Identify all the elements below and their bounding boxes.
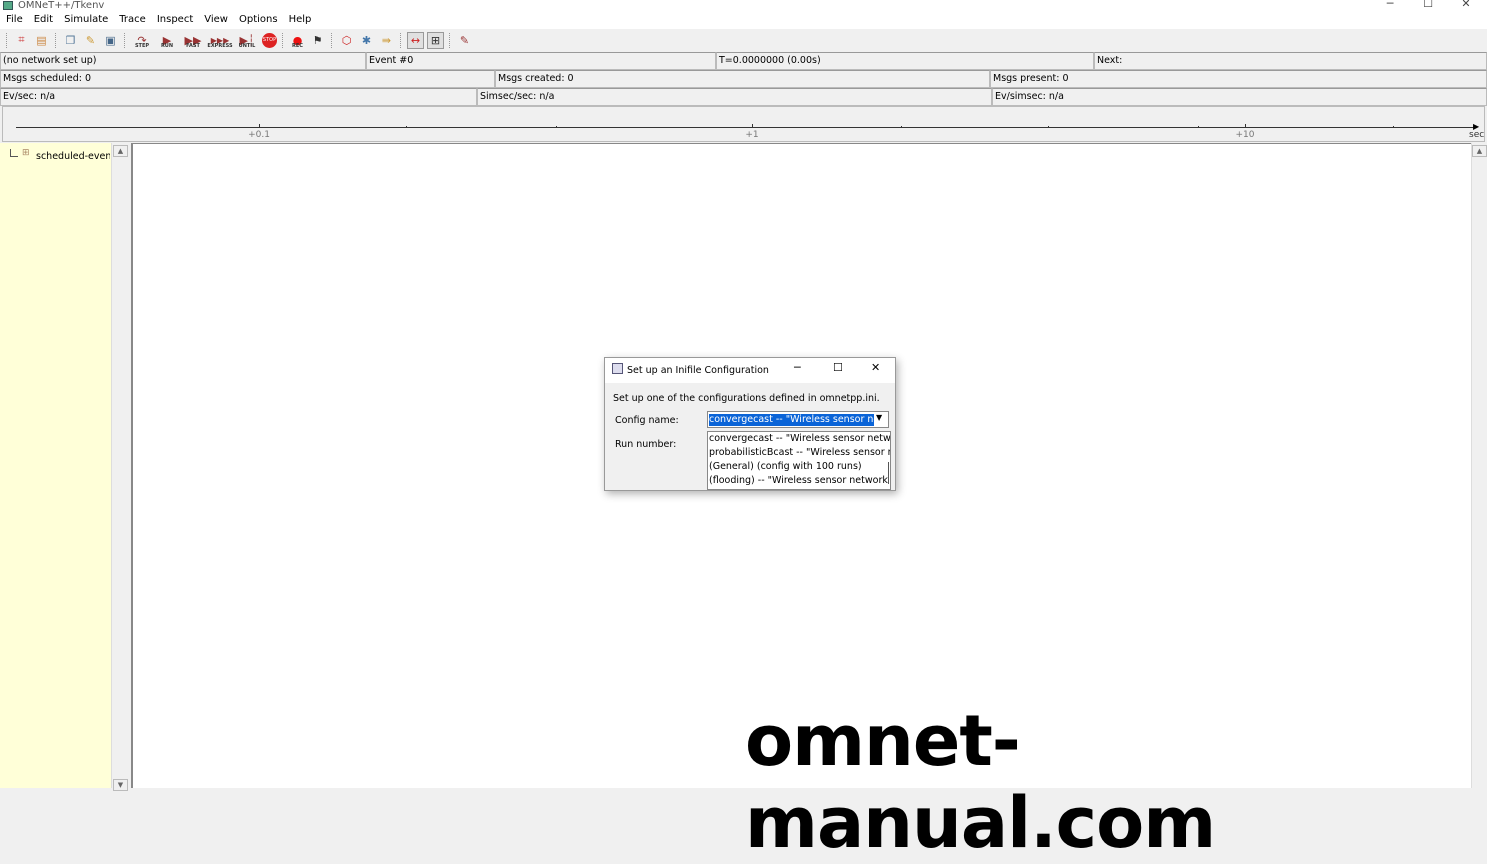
menu-file[interactable]: File bbox=[6, 12, 28, 29]
scroll-up-icon[interactable]: ▲ bbox=[1472, 145, 1487, 157]
dialog-minimize-button[interactable]: ─ bbox=[794, 361, 801, 374]
module-tree-icon[interactable]: ✱ bbox=[358, 32, 375, 49]
status-row-1: (no network set up) Event #0 T=0.0000000… bbox=[0, 52, 1487, 70]
maximize-button[interactable]: ☐ bbox=[1418, 0, 1438, 10]
menu-bar: File Edit Simulate Trace Inspect View Op… bbox=[0, 12, 1487, 29]
dialog-title-bar: Set up an Inifile Configuration ─ ☐ ✕ bbox=[605, 358, 895, 383]
watermark: omnet-manual.com bbox=[745, 700, 1216, 864]
menu-inspect[interactable]: Inspect bbox=[157, 12, 198, 29]
window-title: OMNeT++/Tkenv bbox=[18, 0, 105, 11]
msgs-present: Msgs present: 0 bbox=[990, 70, 1487, 88]
menu-trace[interactable]: Trace bbox=[119, 12, 151, 29]
new-network-icon[interactable]: ⌗ bbox=[13, 32, 30, 49]
timeline-toggle-icon[interactable]: ↔ bbox=[407, 31, 424, 49]
dialog-title: Set up an Inifile Configuration bbox=[627, 365, 769, 376]
toolbar: ⌗ ▤ ❐ ✎ ▣ ↷ STEP ▶ RUN ▶▶ FAST ▶▶▶ EXPRESS ▶… bbox=[0, 30, 1487, 50]
menu-view[interactable]: View bbox=[204, 12, 233, 29]
load-ned-icon[interactable]: ▤ bbox=[33, 32, 50, 49]
objects-icon[interactable]: ⇛ bbox=[378, 32, 395, 49]
timeline-label: +0.1 bbox=[248, 130, 270, 140]
chevron-down-icon[interactable]: ▼ bbox=[876, 413, 882, 422]
animation-icon[interactable]: ⚑ bbox=[309, 32, 326, 49]
timeline-axis bbox=[16, 127, 1476, 128]
tree-item-scheduled-events[interactable]: scheduled-events bbox=[36, 151, 110, 162]
ev-per-sec: Ev/sec: n/a bbox=[0, 88, 477, 106]
save-icon[interactable]: ▣ bbox=[102, 32, 119, 49]
next-event: Next: bbox=[1094, 52, 1487, 70]
record-button[interactable]: ● REC bbox=[289, 32, 306, 49]
dialog-description: Set up one of the configurations defined… bbox=[613, 393, 880, 404]
menu-simulate[interactable]: Simulate bbox=[64, 12, 113, 29]
msgs-created: Msgs created: 0 bbox=[495, 70, 990, 88]
run-button[interactable]: ▶ RUN bbox=[156, 32, 178, 49]
menu-help[interactable]: Help bbox=[289, 12, 317, 29]
scroll-up-icon[interactable]: ▲ bbox=[113, 145, 128, 157]
network-icon[interactable]: ⬡ bbox=[338, 32, 355, 49]
config-dropdown-list[interactable]: convergecast -- "Wireless sensor network… bbox=[707, 431, 891, 490]
until-button[interactable]: ▶┆ UNTIL bbox=[235, 32, 259, 49]
inifile-config-dialog: Set up an Inifile Configuration ─ ☐ ✕ Se… bbox=[604, 357, 896, 491]
msgs-scheduled: Msgs scheduled: 0 bbox=[0, 70, 495, 88]
ev-per-simsec: Ev/simsec: n/a bbox=[992, 88, 1487, 106]
list-item[interactable]: (flooding) -- "Wireless sensor network v bbox=[709, 474, 890, 488]
timeline-label: +1 bbox=[745, 130, 759, 140]
status-row-3: Ev/sec: n/a Simsec/sec: n/a Ev/simsec: n… bbox=[0, 88, 1487, 106]
scroll-down-icon[interactable]: ▼ bbox=[113, 779, 128, 791]
step-button[interactable]: ↷ STEP bbox=[131, 32, 153, 49]
simsec-per-sec: Simsec/sec: n/a bbox=[477, 88, 992, 106]
object-tree-panel: ⊞ scheduled-events bbox=[0, 143, 111, 788]
dialog-icon bbox=[612, 363, 623, 374]
fast-button[interactable]: ▶▶ FAST bbox=[181, 32, 205, 49]
options-icon[interactable]: ✎ bbox=[456, 32, 473, 49]
express-button[interactable]: ▶▶▶ EXPRESS bbox=[207, 32, 232, 49]
event-number: Event #0 bbox=[366, 52, 716, 70]
minimize-button[interactable]: ─ bbox=[1380, 0, 1400, 10]
title-bar: OMNeT++/Tkenv ─ ☐ ✕ bbox=[0, 0, 1487, 12]
list-scrollbar[interactable] bbox=[888, 462, 889, 484]
status-row-2: Msgs scheduled: 0 Msgs created: 0 Msgs p… bbox=[0, 70, 1487, 88]
queue-icon: ⊞ bbox=[22, 148, 30, 158]
config-name-value: convergecast -- "Wireless sensor network… bbox=[709, 414, 874, 426]
list-item[interactable]: convergecast -- "Wireless sensor network… bbox=[709, 432, 890, 446]
copy-icon[interactable]: ❐ bbox=[62, 32, 79, 49]
tree-scrollbar[interactable]: ▲ ▼ bbox=[111, 143, 128, 791]
menu-options[interactable]: Options bbox=[239, 12, 283, 29]
sim-time: T=0.0000000 (0.00s) bbox=[716, 52, 1094, 70]
timeline-unit: sec bbox=[1469, 130, 1485, 140]
dialog-maximize-button[interactable]: ☐ bbox=[833, 361, 843, 374]
list-item[interactable]: probabilisticBcast -- "Wireless sensor n… bbox=[709, 446, 890, 460]
list-item[interactable]: (General) (config with 100 runs) bbox=[709, 460, 890, 474]
run-number-label: Run number: bbox=[615, 439, 677, 450]
menu-edit[interactable]: Edit bbox=[34, 12, 58, 29]
find-icon[interactable]: ✎ bbox=[82, 32, 99, 49]
dialog-close-button[interactable]: ✕ bbox=[871, 361, 880, 374]
network-status: (no network set up) bbox=[0, 52, 366, 70]
config-name-label: Config name: bbox=[615, 415, 679, 426]
main-scrollbar[interactable]: ▲ bbox=[1471, 143, 1487, 788]
timeline-label: +10 bbox=[1235, 130, 1255, 140]
tree-toggle-icon[interactable]: ⊞ bbox=[427, 31, 444, 49]
app-icon bbox=[3, 1, 13, 10]
close-button[interactable]: ✕ bbox=[1456, 0, 1476, 10]
config-name-combobox[interactable]: convergecast -- "Wireless sensor network… bbox=[707, 411, 889, 428]
stop-button[interactable]: STOP bbox=[262, 32, 277, 48]
timeline[interactable]: ▶ +0.1 +1 +10 sec bbox=[2, 106, 1485, 142]
